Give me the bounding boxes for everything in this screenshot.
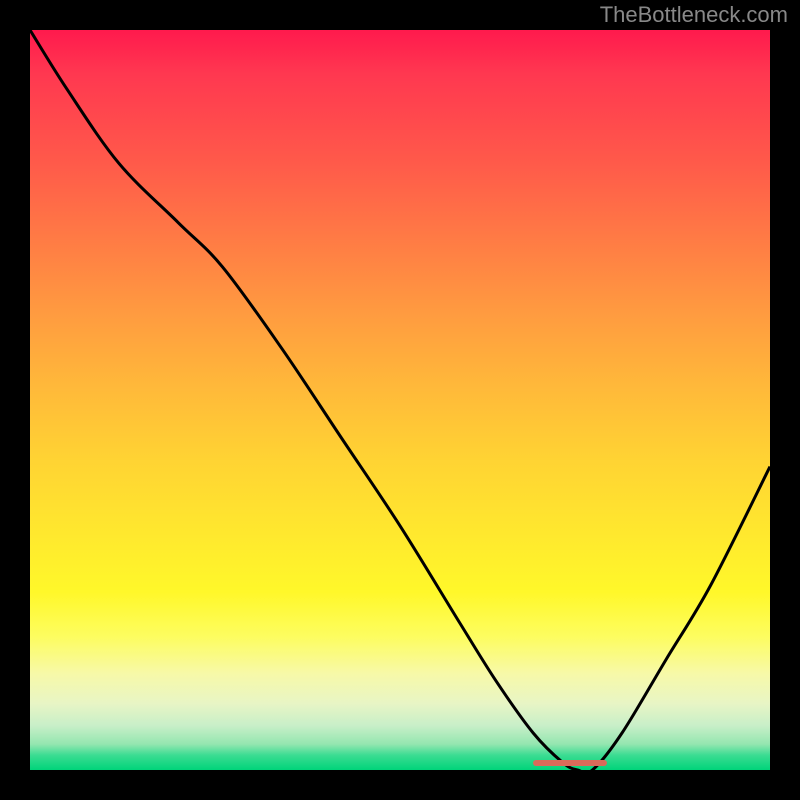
bottleneck-curve [30, 30, 770, 770]
watermark-text: TheBottleneck.com [600, 2, 788, 28]
plot-area [30, 30, 770, 770]
minimum-marker [533, 760, 607, 766]
